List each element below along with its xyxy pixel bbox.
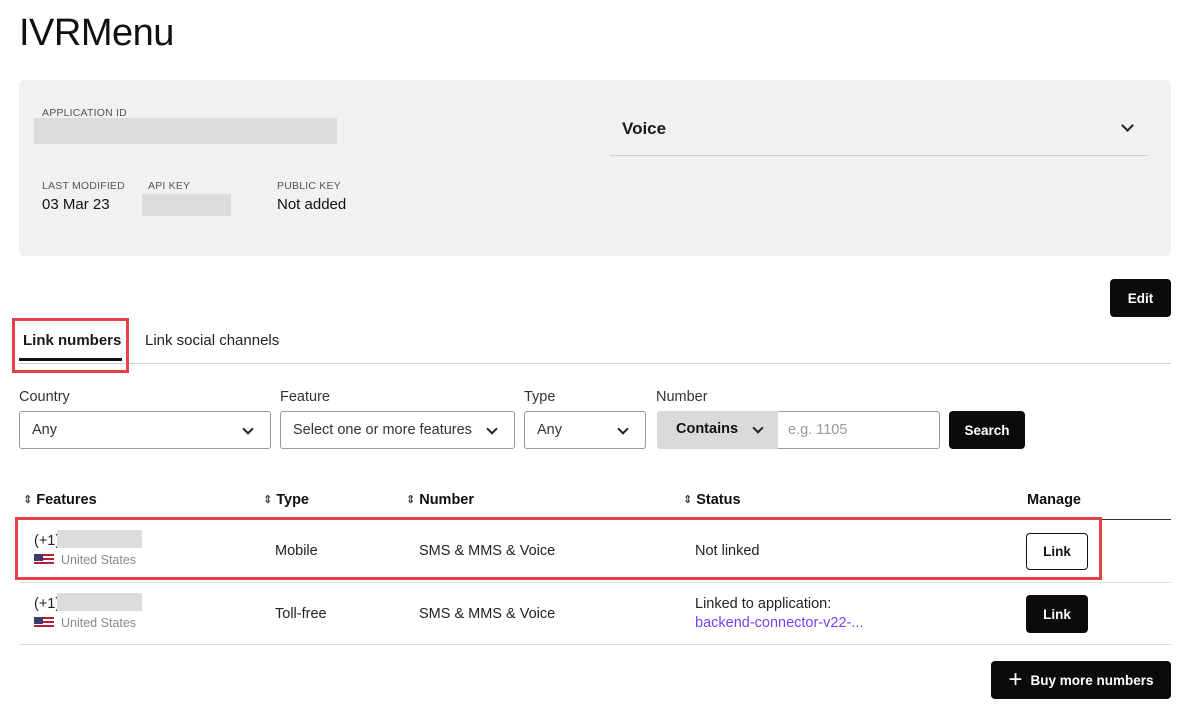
sort-icon: ⇕ [683,493,693,506]
phone-number-redacted [57,593,142,611]
sort-icon: ⇕ [23,493,33,506]
column-header-label: Status [696,492,741,508]
search-button[interactable]: Search [949,411,1025,449]
table-row: (+1) United States Toll-free SMS & MMS &… [19,583,1171,644]
number-search-placeholder: e.g. 1105 [788,422,848,438]
chevron-down-icon [1121,119,1134,132]
api-key-label: API KEY [148,180,191,192]
capability-select[interactable]: Voice [610,108,1148,156]
us-flag-icon [34,617,54,629]
type-select-value: Any [537,422,562,438]
country-filter-label: Country [19,389,70,405]
country-select-value: Any [32,422,57,438]
column-header-label: Type [276,492,309,508]
edit-button[interactable]: Edit [1110,279,1171,317]
tab-link-social-channels[interactable]: Link social channels [145,332,279,349]
sort-icon: ⇕ [263,493,273,506]
link-button[interactable]: Link [1026,595,1088,633]
column-header-label: Manage [1027,492,1081,508]
tab-highlight-box [12,318,129,373]
country-name: United States [61,616,137,630]
number-match-value: Contains [676,421,739,437]
chevron-down-icon [486,423,498,435]
type-select[interactable]: Any [524,411,646,449]
column-header-label: Features [36,492,97,508]
chevron-down-icon [752,422,764,434]
sort-icon: ⇕ [406,493,416,506]
country-select[interactable]: Any [19,411,271,449]
type-filter-label: Type [524,389,556,405]
number-features: SMS & MMS & Voice [419,606,556,622]
plus-icon: + [1008,666,1023,693]
column-header-label: Number [419,492,475,508]
feature-filter-label: Feature [280,389,330,405]
application-id-redacted [34,118,337,144]
tabs-divider [19,363,1171,364]
public-key-label: PUBLIC KEY [277,180,341,192]
number-type: Toll-free [275,606,327,622]
column-header-type[interactable]: ⇕ Type [263,492,309,508]
column-header-features[interactable]: ⇕ Features [23,492,97,508]
page-title: IVRMenu [19,12,174,54]
public-key-value: Not added [277,196,347,213]
column-header-number[interactable]: ⇕ Number [406,492,474,508]
api-key-redacted [142,194,231,216]
row-highlight-box [15,517,1102,580]
row-divider [19,644,1171,645]
column-header-status[interactable]: ⇕ Status [683,492,741,508]
capability-select-value: Voice [622,119,667,138]
number-filter-label: Number [656,389,708,405]
chevron-down-icon [242,423,254,435]
chevron-down-icon [617,423,629,435]
last-modified-value: 03 Mar 23 [42,196,110,213]
linked-application-link[interactable]: backend-connector-v22-... [695,615,863,631]
application-info-card: APPLICATION ID LAST MODIFIED 03 Mar 23 A… [19,80,1171,256]
number-search-input[interactable]: e.g. 1105 [778,411,940,449]
column-header-manage: Manage [1027,492,1081,508]
last-modified-label: LAST MODIFIED [42,180,125,192]
number-match-select[interactable]: Contains [657,411,778,449]
feature-select[interactable]: Select one or more features [280,411,515,449]
link-status: Linked to application: [695,596,832,612]
feature-select-placeholder: Select one or more features [293,422,472,438]
buy-more-numbers-label: Buy more numbers [1030,672,1154,688]
buy-more-numbers-button[interactable]: + Buy more numbers [991,661,1171,699]
